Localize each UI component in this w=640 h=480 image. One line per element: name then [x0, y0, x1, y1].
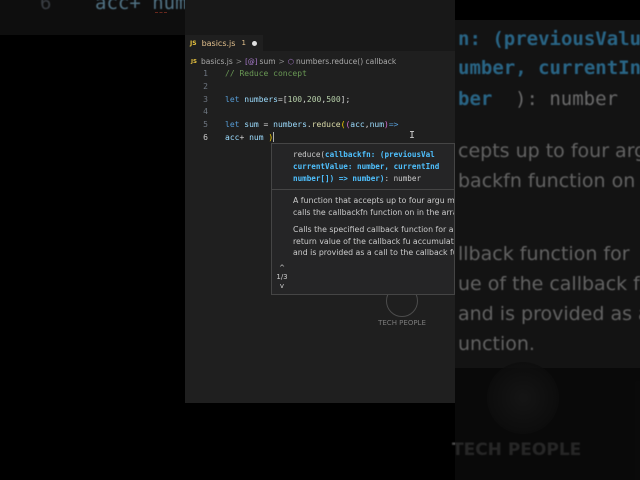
code-line[interactable]: 4	[185, 106, 455, 119]
code-token: num	[369, 120, 385, 130]
breadcrumb: JS basics.js > [@] sum > ⬡ numbers.reduc…	[185, 55, 455, 68]
popup-divider	[272, 189, 454, 190]
code-token: let	[225, 94, 245, 104]
code-token: num	[249, 132, 269, 142]
code-token: =>	[388, 120, 399, 130]
tab-basics-js[interactable]: JS basics.js 1	[185, 35, 263, 51]
code-text: acc+ num )	[225, 132, 275, 145]
problem-count-badge: 1	[241, 39, 246, 47]
code-token: 500	[326, 94, 341, 104]
line-number: 4	[203, 107, 208, 117]
sig-fn: reduce(	[293, 150, 326, 159]
line-number: 5	[203, 120, 208, 130]
code-line[interactable]: 2	[185, 81, 455, 94]
line-number: 2	[203, 81, 208, 91]
code-token: sum	[244, 120, 259, 130]
code-token: 200	[306, 94, 322, 104]
watermark-text: TECH PEOPLE	[378, 319, 426, 327]
text-caret	[273, 132, 275, 143]
tab-filename: basics.js	[201, 38, 236, 48]
overload-count: 1/3	[276, 273, 288, 281]
code-token: 100	[287, 94, 303, 104]
code-text: let numbers=[100,200,500];	[225, 94, 350, 107]
bg-dim-left	[0, 0, 185, 480]
js-file-icon: JS	[190, 39, 197, 47]
code-token: numbers	[244, 94, 278, 104]
line-number: 3	[203, 94, 208, 104]
code-line[interactable]: 1 // Reduce concept	[185, 68, 455, 81]
code-token: ];	[340, 94, 351, 104]
code-token: +	[239, 132, 250, 142]
doc-paragraph: Calls the specified callback function fo…	[293, 225, 454, 257]
line-number: 1	[203, 69, 208, 78]
js-file-icon: JS	[191, 58, 198, 65]
sig-return: : number	[384, 174, 422, 183]
code-token: // Reduce concept	[225, 69, 307, 78]
breadcrumb-method[interactable]: numbers.reduce() callback	[296, 57, 396, 66]
breadcrumb-file[interactable]: basics.js	[201, 57, 233, 66]
tab-bar: JS basics.js 1	[185, 35, 455, 51]
sig-param-cont: currentValue: number, currentInd	[293, 162, 440, 171]
code-token: let	[225, 120, 245, 130]
chevron-down-icon[interactable]: v	[275, 282, 289, 291]
line-number: 6	[203, 132, 208, 142]
sig-param: callbackfn: (previousVal	[325, 150, 435, 159]
chevron-up-icon[interactable]: ^	[275, 264, 289, 273]
code-token: acc	[350, 120, 365, 130]
code-token: numbers	[273, 120, 307, 130]
overload-pager: ^ 1/3 v	[275, 264, 289, 291]
signature-help-popup: reduce(callbackfn: (previousVal currentV…	[271, 143, 455, 295]
code-token: =	[258, 120, 274, 130]
signature-doc: A function that accepts up to four argu …	[293, 195, 455, 265]
unsaved-dot-icon[interactable]	[251, 40, 257, 46]
code-line[interactable]: 3 let numbers=[100,200,500];	[185, 94, 455, 107]
bg-dim-right	[455, 0, 640, 480]
method-cube-icon: ⬡	[287, 57, 294, 66]
chevron-right-icon: >	[235, 57, 243, 66]
code-text: let sum = numbers.reduce((acc,num)=>	[225, 119, 398, 132]
chevron-right-icon: >	[278, 57, 285, 66]
code-token: acc	[225, 132, 240, 142]
signature-text: reduce(callbackfn: (previousVal currentV…	[293, 149, 439, 185]
doc-paragraph: A function that accepts up to four argu …	[293, 196, 455, 217]
title-strip	[185, 0, 455, 35]
code-token: reduce	[311, 120, 341, 130]
sig-param-end: number[]) => number)	[293, 174, 385, 183]
breadcrumb-symbol[interactable]: sum	[260, 57, 276, 66]
code-text: // Reduce concept	[225, 68, 307, 81]
text-cursor-icon: I	[409, 130, 416, 141]
code-token: =[	[277, 94, 288, 104]
variable-symbol-icon: [@]	[245, 57, 258, 66]
